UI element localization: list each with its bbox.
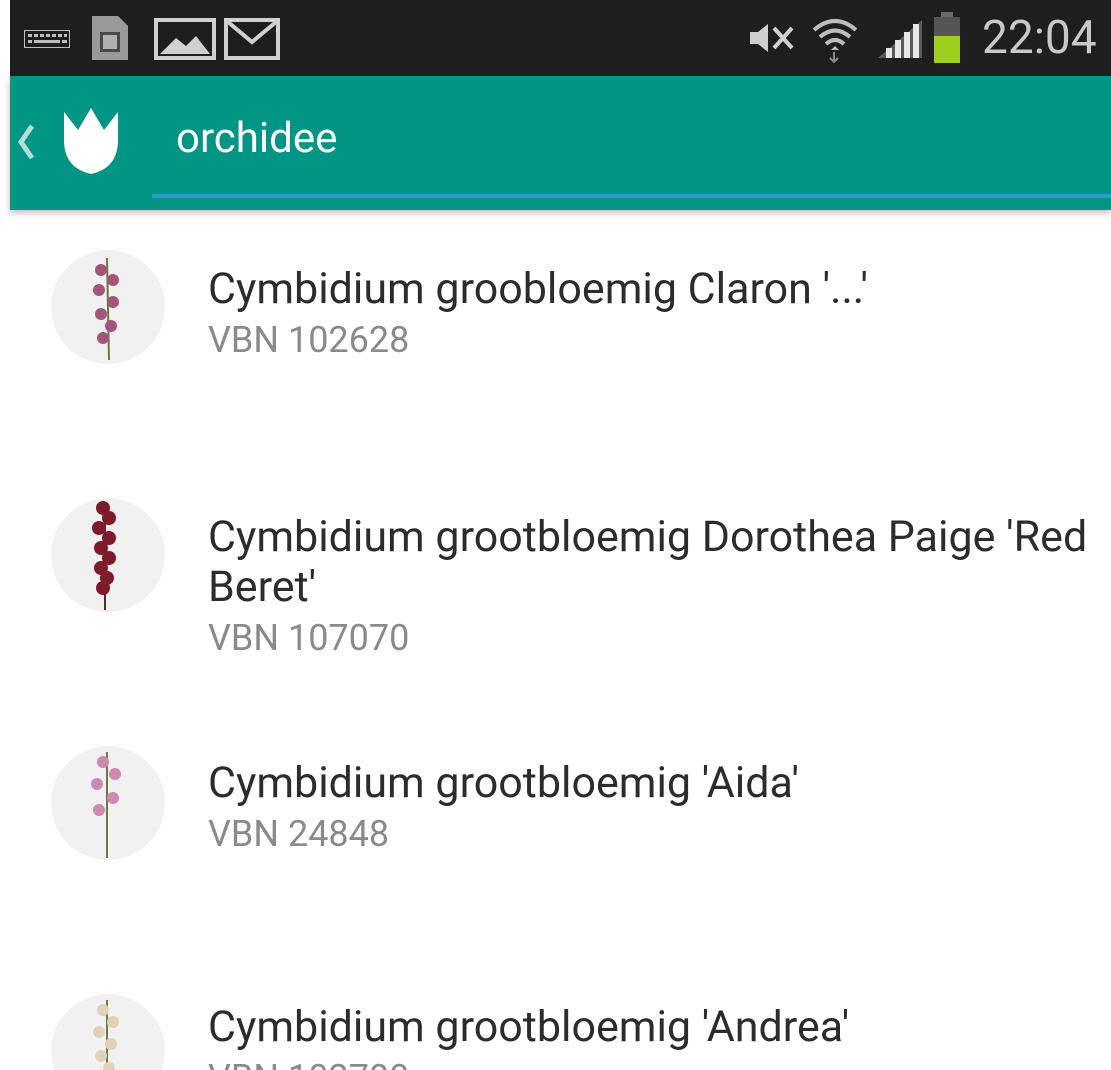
result-title: Cymbidium grootbloemig 'Andrea' [208,1002,850,1052]
signal-icon [878,20,922,58]
result-title: Cymbidium grootbloemig Dorothea Paige 'R… [208,512,1088,612]
orchid-image [92,501,116,610]
search-input[interactable] [152,106,1111,170]
blossom [109,768,121,780]
blossom [102,511,116,525]
result-title: Cymbidium grootbloemig 'Aida' [208,758,799,808]
mute-icon [750,24,794,52]
blossom [97,332,109,344]
flower-thumbnail [51,250,165,364]
blossom [95,1050,107,1062]
gmail-icon [224,18,280,60]
list-item[interactable]: Cymbidium grootbloemig 'Aida' VBN 24848 [10,720,1111,970]
orchid-image [93,257,119,361]
flower-thumbnail [51,498,165,612]
blossom [97,1004,109,1016]
result-code: VBN 24848 [208,813,390,855]
list-item[interactable]: Cymbidium grootbloemig 'Andrea' VBN 1027… [10,970,1111,1070]
result-code: VBN 102628 [208,319,410,361]
blossom [107,296,119,308]
blossom [91,778,103,790]
action-bar [10,76,1111,210]
list-item[interactable]: Cymbidium groobloemig Claron '...' VBN 1… [10,210,1111,470]
wifi-icon [812,19,858,64]
blossom [95,264,107,276]
battery-icon [934,12,960,63]
keyboard-icon [24,30,70,48]
result-code: VBN 102700 [208,1056,409,1070]
blossom [107,1016,119,1028]
blossom [93,284,105,296]
blossom [93,1026,105,1038]
blossom [95,308,107,320]
tulip-logo-icon[interactable] [56,106,126,176]
blossom [107,274,119,286]
sim-card-icon [92,16,128,60]
flower-thumbnail [51,746,165,860]
status-bar: 22:04 [10,0,1111,76]
orchid-image [91,752,121,858]
blossom [103,1062,115,1070]
blossom [105,320,117,332]
blossom [92,521,106,535]
search-underline [152,194,1111,198]
blossom [93,804,105,816]
status-time: 22:04 [982,11,1097,65]
blossom [96,581,110,595]
screen: 22:04 Cymbidium groobloemig Claron '...'… [0,0,1111,1070]
up-chevron-icon[interactable] [16,120,36,164]
results-list: Cymbidium groobloemig Claron '...' VBN 1… [10,210,1111,1070]
flower-thumbnail [51,994,165,1070]
blossom [97,756,109,768]
result-code: VBN 107070 [208,617,410,659]
blossom [107,792,119,804]
gallery-icon [154,18,216,60]
result-title: Cymbidium groobloemig Claron '...' [208,264,869,314]
list-item[interactable]: Cymbidium grootbloemig Dorothea Paige 'R… [10,470,1111,720]
orchid-image [93,1000,119,1070]
blossom [105,1038,117,1050]
